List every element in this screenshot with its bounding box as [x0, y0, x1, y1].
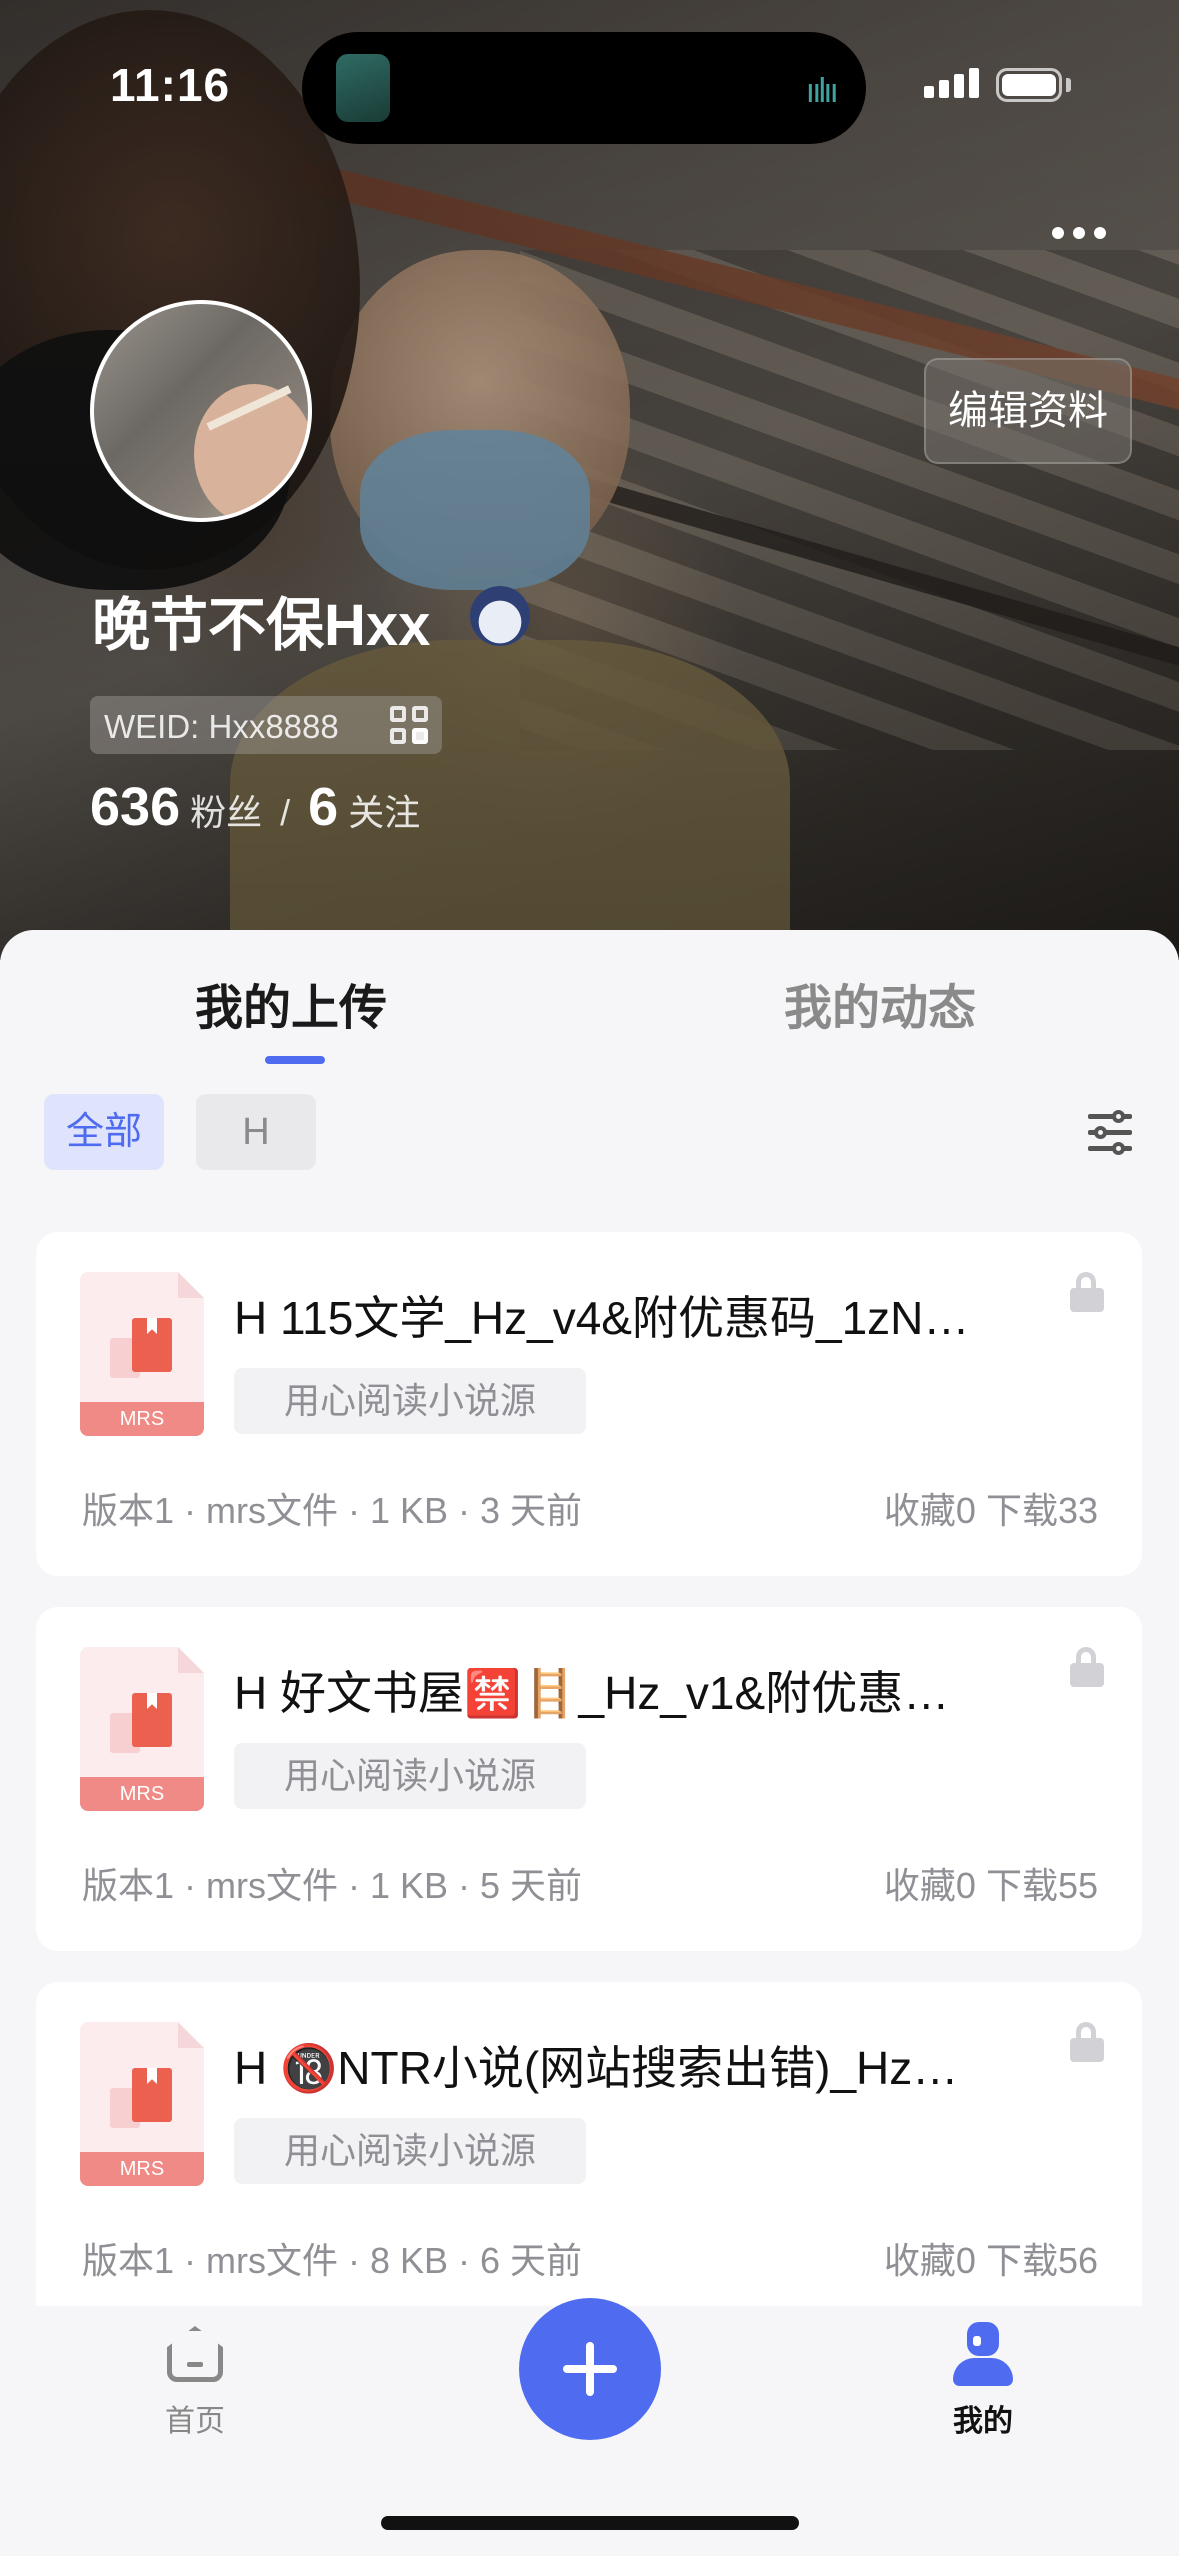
nav-home[interactable]: 首页: [150, 2322, 240, 2440]
upload-stats: 收藏0 下载33: [883, 1490, 1098, 1531]
filter-chip-h[interactable]: H: [196, 1094, 316, 1170]
home-icon: [163, 2322, 227, 2386]
badge-icon[interactable]: [470, 586, 530, 646]
edit-profile-button[interactable]: 编辑资料: [924, 358, 1132, 464]
home-indicator[interactable]: [381, 2516, 799, 2530]
add-upload-button[interactable]: [519, 2298, 661, 2440]
avatar[interactable]: [90, 300, 312, 522]
followers-label[interactable]: 粉丝: [190, 792, 262, 833]
weid-chip[interactable]: WEID: Hxx8888: [90, 696, 442, 754]
upload-meta: 版本1 · mrs文件 · 8 KB · 6 天前: [82, 2240, 583, 2281]
filter-icon[interactable]: [1088, 1110, 1132, 1155]
lock-icon[interactable]: [1070, 1272, 1104, 1312]
file-type-label: MRS: [80, 1402, 204, 1436]
lock-icon[interactable]: [1070, 1647, 1104, 1687]
audio-wave-icon: ıılıı: [805, 72, 839, 110]
upload-title: H 🔞NTR小说(网站搜索出错)_Hz…: [234, 2042, 959, 2094]
tab-my-uploads[interactable]: 我的上传: [195, 968, 387, 1038]
profile-name: 晚节不保Hxx: [92, 593, 431, 658]
upload-stats: 收藏0 下载56: [883, 2240, 1098, 2281]
file-type-label: MRS: [80, 2152, 204, 2186]
file-icon: MRS: [80, 1272, 204, 1436]
weid-text: WEID: Hxx8888: [104, 708, 339, 745]
tab-indicator: [265, 1056, 325, 1064]
dynamic-island[interactable]: ıılıı: [302, 32, 866, 144]
upload-tag[interactable]: 用心阅读小说源: [234, 1743, 586, 1809]
upload-meta: 版本1 · mrs文件 · 1 KB · 5 天前: [82, 1865, 583, 1906]
user-icon: [951, 2322, 1015, 2386]
upload-card[interactable]: MRS H 115文学_Hz_v4&附优惠码_1zN… 用心阅读小说源 版本1 …: [36, 1232, 1142, 1576]
tab-my-activity[interactable]: 我的动态: [784, 968, 976, 1038]
file-icon: MRS: [80, 1647, 204, 1811]
status-time: 11:16: [110, 59, 231, 111]
nav-home-label: 首页: [165, 2405, 225, 2438]
upload-tag[interactable]: 用心阅读小说源: [234, 2118, 586, 2184]
more-icon[interactable]: [1052, 226, 1132, 256]
now-playing-thumb: [336, 54, 390, 122]
following-label[interactable]: 关注: [348, 792, 420, 833]
signal-icon: [924, 68, 984, 98]
upload-title: H 115文学_Hz_v4&附优惠码_1zN…: [234, 1292, 970, 1344]
stats-separator: /: [280, 792, 291, 833]
following-count[interactable]: 6: [308, 777, 338, 837]
filter-chip-all[interactable]: 全部: [44, 1094, 164, 1170]
lock-icon[interactable]: [1070, 2022, 1104, 2062]
upload-card[interactable]: MRS H 好文书屋🈲🪜_Hz_v1&附优惠… 用心阅读小说源 版本1 · mr…: [36, 1607, 1142, 1951]
upload-meta: 版本1 · mrs文件 · 1 KB · 3 天前: [82, 1490, 583, 1531]
upload-title: H 好文书屋🈲🪜_Hz_v1&附优惠…: [234, 1667, 950, 1719]
battery-icon: [996, 68, 1062, 102]
nav-me-label: 我的: [953, 2405, 1013, 2438]
followers-count[interactable]: 636: [90, 777, 180, 837]
nav-me[interactable]: 我的: [938, 2322, 1028, 2440]
qr-code-icon[interactable]: [390, 706, 430, 746]
upload-stats: 收藏0 下载55: [883, 1865, 1098, 1906]
upload-tag[interactable]: 用心阅读小说源: [234, 1368, 586, 1434]
follow-stats: 636 粉丝 / 6 关注: [90, 776, 420, 838]
file-icon: MRS: [80, 2022, 204, 2186]
upload-card[interactable]: MRS H 🔞NTR小说(网站搜索出错)_Hz… 用心阅读小说源 版本1 · m…: [36, 1982, 1142, 2326]
file-type-label: MRS: [80, 1777, 204, 1811]
